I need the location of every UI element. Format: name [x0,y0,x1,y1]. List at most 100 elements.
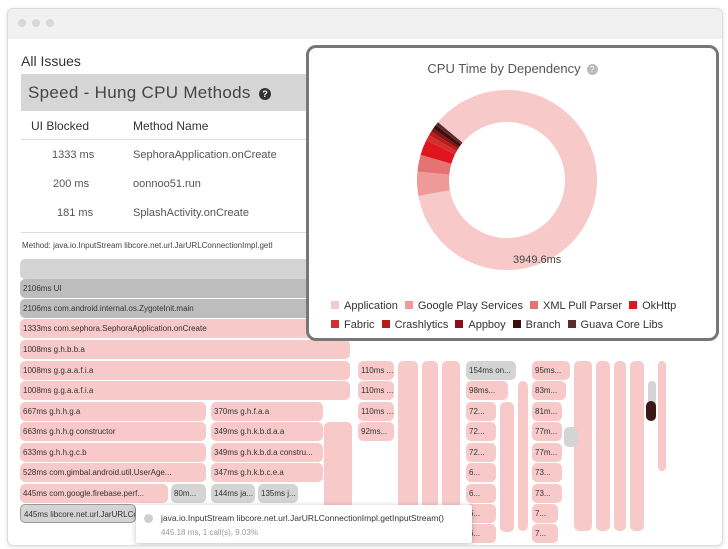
flame-bar[interactable]: 72... [466,402,496,421]
legend-item[interactable]: Guava Core Libs [567,319,664,331]
legend-label: Branch [525,319,561,331]
table-row-blocked: 1333 ms [52,149,95,161]
legend-swatch [629,301,638,309]
tooltip-subtitle: 445.18 ms, 1 call(s), 9.03% [161,528,258,537]
window-minimize-dot[interactable] [32,19,40,27]
tooltip-title: java.io.InputStream libcore.net.url.JarU… [161,513,444,523]
flame-block[interactable] [658,361,666,471]
flame-bar[interactable]: 1333ms com.sephora.SephoraApplication.on… [20,319,318,338]
legend-swatch [381,320,390,328]
flame-root-bar[interactable] [20,259,318,279]
legend-item[interactable]: Google Play Services [404,300,523,312]
column-header-method-name[interactable]: Method Name [133,119,208,133]
panel-title: CPU Time by Dependency? [309,61,716,76]
flame-block[interactable] [500,402,514,532]
flame-bar[interactable]: 92ms... [358,422,394,441]
legend-row: Application Google Play Services XML Pull … [331,300,711,312]
flame-bar[interactable]: 72... [466,443,496,462]
legend-swatch [530,301,538,309]
flame-bar[interactable]: 81m... [532,402,562,421]
flame-bar[interactable]: 1008ms g.g.a.a.f.i.a [20,361,350,380]
legend-item[interactable]: Crashlytics [381,319,449,331]
flame-bar[interactable]: 72... [466,422,496,441]
flame-bar[interactable]: 110ms ... [358,402,394,421]
flame-bar[interactable]: 144ms ja... [211,484,255,503]
legend-swatch [567,320,576,328]
flame-bar[interactable]: 77m... [532,422,562,441]
legend-label: XML Pull Parser [543,300,623,312]
flame-bar[interactable]: 347ms g.h.k.b.c.e.a [211,463,323,482]
flame-bar[interactable]: 95ms... [532,361,570,380]
cpu-time-panel: CPU Time by Dependency? 3949.6ms Applica… [306,45,719,341]
panel-title-text: CPU Time by Dependency [427,61,581,76]
flame-block[interactable] [564,427,578,447]
flame-block[interactable] [646,401,656,421]
table-row-method[interactable]: SephoraApplication.onCreate [133,149,277,161]
flame-bar[interactable]: 77m... [532,443,562,462]
flame-bar[interactable]: 349ms g.h.k.b.d.a constru... [211,443,323,462]
flame-bar[interactable]: 135ms j... [258,484,298,503]
flame-bar[interactable]: 83m... [532,381,566,400]
legend-label: Fabric [344,319,375,331]
legend-swatch [455,320,464,328]
legend-label: OkHttp [642,300,677,312]
flame-bar[interactable]: 7... [532,504,558,523]
flame-bar[interactable]: 6... [466,484,496,503]
table-divider [21,139,317,140]
flame-bar[interactable]: 73... [532,463,562,482]
legend-item[interactable]: Appboy [455,319,506,331]
legend-item[interactable]: Branch [512,319,561,331]
legend-swatch [512,320,521,328]
flame-block[interactable] [574,361,592,531]
table-row-method[interactable]: oonnoo51.run [133,178,201,190]
flame-bar[interactable]: 2106ms com.android.internal.os.ZygoteIni… [20,299,318,318]
flame-bar[interactable]: 445ms com.google.firebase.perf... [20,484,168,503]
flame-bar[interactable]: 110ms ... [358,381,394,400]
legend-label: Crashlytics [394,319,449,331]
table-divider [21,232,317,233]
flame-tooltip: java.io.InputStream libcore.net.url.JarU… [136,505,472,543]
table-row-blocked: 200 ms [53,178,90,190]
legend-label: Application [344,300,398,312]
legend-swatch [404,301,413,309]
legend-label: Google Play Services [417,300,523,312]
flame-bar[interactable]: 663ms g.h.h.g constructor [20,422,206,441]
table-row-method[interactable]: SplashActivity.onCreate [133,207,249,219]
flame-block[interactable] [596,361,610,531]
flame-bar[interactable]: 1008ms g.h.b.b.a [20,340,350,359]
flame-block[interactable] [518,381,528,531]
flame-bar[interactable]: 1008ms g.g.a.a.f.i.a [20,381,350,400]
speed-header-title: Speed - Hung CPU Methods [28,83,251,102]
legend-item[interactable]: XML Pull Parser [530,300,622,312]
flame-bar[interactable]: 98ms... [466,381,508,400]
flame-block[interactable] [630,361,644,531]
flame-bar[interactable]: 6... [466,463,496,482]
flame-bar[interactable]: 370ms g.h.f.a.a [211,402,323,421]
flame-bar[interactable]: 445ms libcore.net.url.JarURLConnectionIm… [20,504,136,523]
tooltip-dot-icon [144,514,153,523]
window-close-dot[interactable] [18,19,26,27]
legend-label: Guava Core Libs [580,319,664,331]
flame-bar[interactable]: 7... [532,524,558,543]
flame-bar[interactable]: 80m... [171,484,206,503]
window-maximize-dot[interactable] [46,19,54,27]
legend-item[interactable]: Fabric [331,319,375,331]
flame-bar[interactable]: 633ms g.h.h.g.c.b [20,443,206,462]
column-header-ui-blocked[interactable]: UI Blocked [31,119,89,133]
table-row-blocked: 181 ms [57,207,94,219]
flame-block[interactable] [614,361,626,531]
legend-item[interactable]: Application [331,300,398,312]
flame-bar[interactable]: 154ms on... [466,361,516,380]
help-icon[interactable]: ? [586,64,598,76]
flame-bar[interactable]: 528ms com.gimbal.android.util.UserAge... [20,463,206,482]
flame-bar[interactable]: 349ms g.h.k.b.d.a.a [211,422,323,441]
legend-item[interactable]: OkHttp [629,300,676,312]
legend-swatch [331,301,339,309]
flame-bar[interactable]: 667ms g.h.h.g.a [20,402,206,421]
flame-bar[interactable]: 73... [532,484,562,503]
speed-header: Speed - Hung CPU Methods ? [21,74,317,111]
flame-bar[interactable]: 110ms ... [358,361,394,380]
flame-bar[interactable]: 2106ms UI [20,279,318,298]
help-icon[interactable]: ? [259,88,271,100]
window-titlebar [8,9,722,39]
